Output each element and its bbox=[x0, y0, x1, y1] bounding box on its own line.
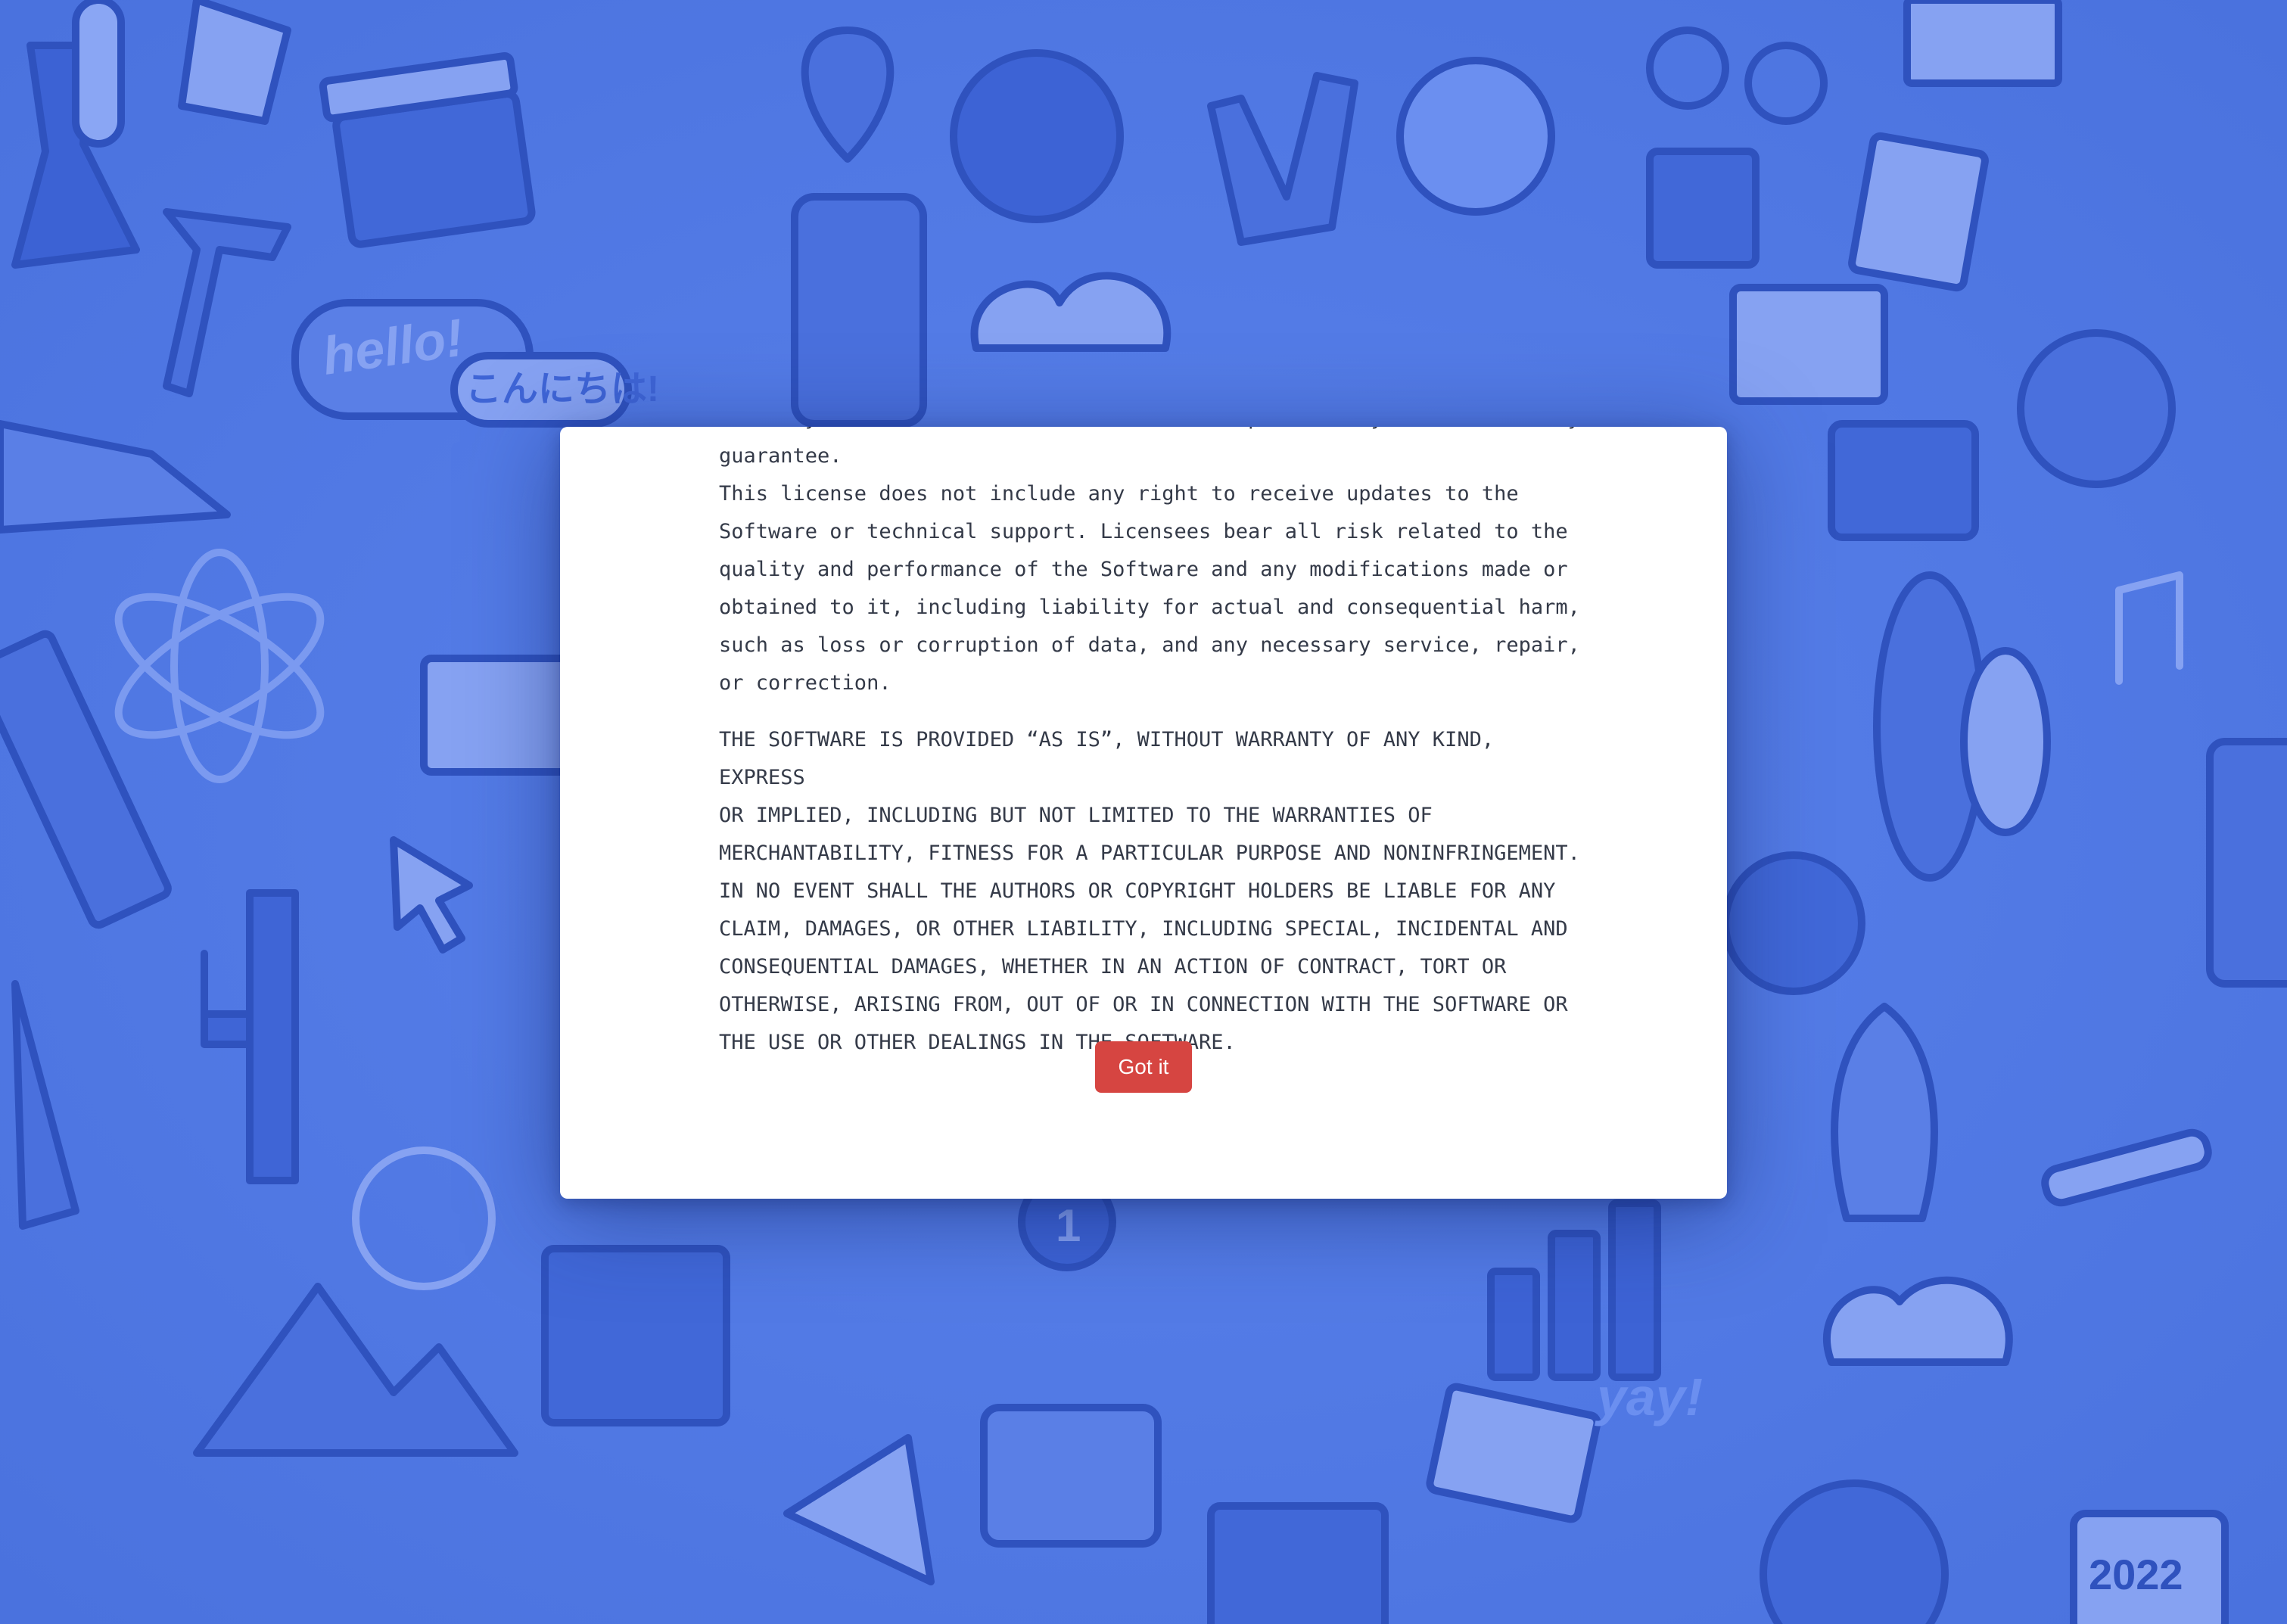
license-paragraph-disclaimer: is fully at the Licensees' own risk and … bbox=[719, 427, 1580, 695]
license-text: is fully at the Licensees' own risk and … bbox=[719, 427, 1589, 1081]
year-doodle-text: 2022 bbox=[2089, 1551, 2183, 1598]
badge-icon bbox=[950, 49, 1124, 223]
stamp-icon bbox=[1903, 0, 2062, 87]
folder-icon bbox=[1828, 420, 1979, 541]
japanese-doodle-text: こんにちは! bbox=[465, 369, 659, 409]
pie-chart-icon bbox=[2017, 329, 2176, 488]
notepad-icon bbox=[1646, 148, 1760, 269]
trophy-number-text: 1 bbox=[1056, 1200, 1081, 1251]
test-tube-icon bbox=[72, 0, 125, 148]
license-dialog: is fully at the Licensees' own risk and … bbox=[560, 427, 1727, 1199]
coffee-cup-icon bbox=[1396, 57, 1555, 216]
phone-icon bbox=[791, 193, 927, 428]
puzzle-icon bbox=[980, 1404, 1162, 1548]
cloud-icon bbox=[970, 272, 1172, 352]
tablet-icon bbox=[2206, 738, 2287, 988]
clapperboard-icon bbox=[319, 52, 536, 248]
lamp-icon bbox=[1960, 647, 2051, 836]
yay-doodle-text: yay! bbox=[1595, 1367, 1703, 1426]
gift-box-icon bbox=[541, 1245, 730, 1426]
smoke-cloud-icon bbox=[1823, 1276, 2013, 1366]
picture-frame-icon bbox=[1729, 284, 1888, 405]
target-icon bbox=[1760, 1479, 1949, 1624]
laptop-icon bbox=[420, 655, 571, 776]
document-icon bbox=[1848, 132, 1989, 292]
got-it-button[interactable]: Got it bbox=[1095, 1041, 1192, 1093]
box-icon bbox=[1207, 1502, 1389, 1624]
planet-icon bbox=[1722, 851, 1865, 995]
license-paragraph-warranty: THE SOFTWARE IS PROVIDED “AS IS”, WITHOU… bbox=[719, 728, 1580, 1054]
